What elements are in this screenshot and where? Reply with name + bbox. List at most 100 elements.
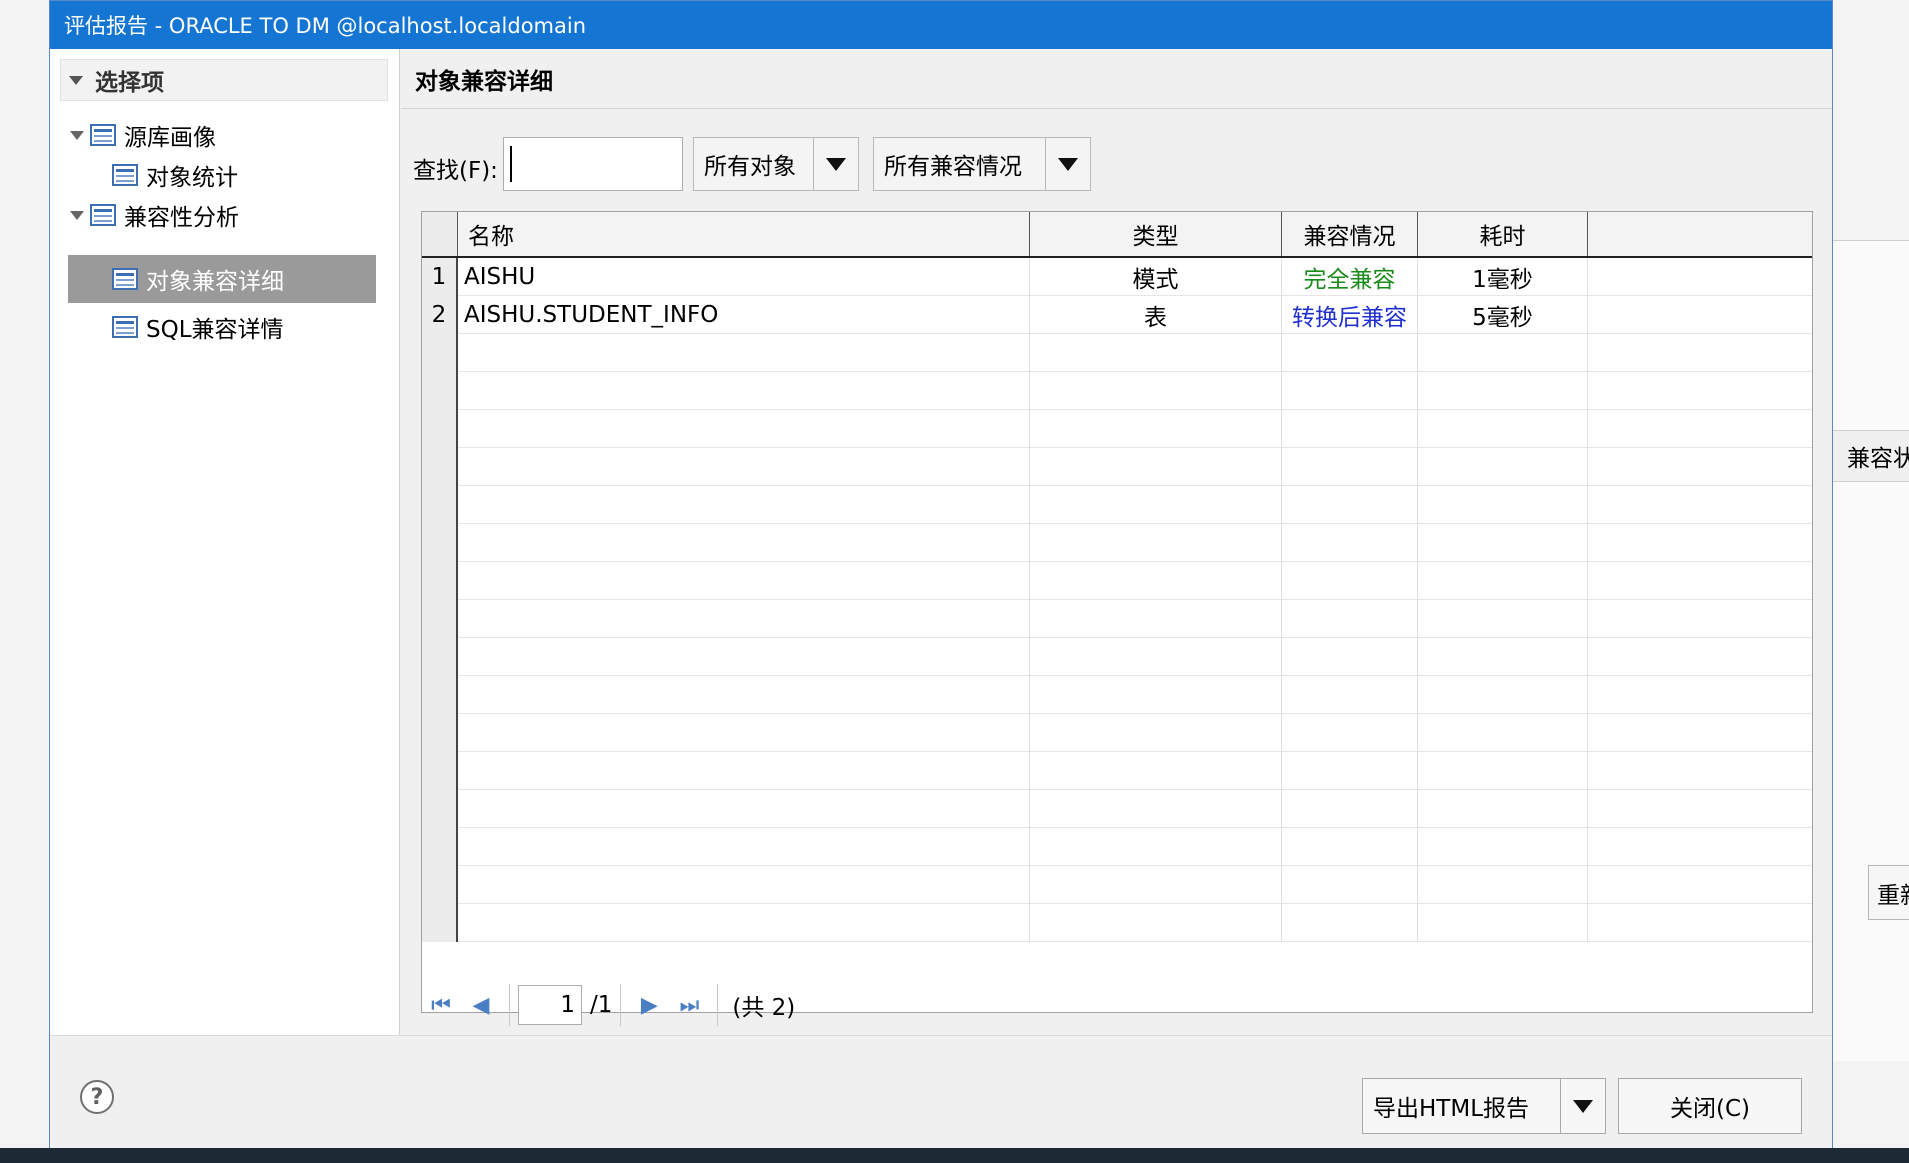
cell-time: [1418, 372, 1588, 410]
table-row[interactable]: 1 AISHU 模式 完全兼容 1毫秒: [422, 258, 1812, 296]
cell-name: [458, 600, 1030, 638]
cell-type: [1030, 828, 1282, 866]
first-page-icon[interactable]: ⏮: [421, 985, 461, 1025]
tree-item-compat-analysis[interactable]: 兼容性分析: [64, 193, 239, 237]
table-icon: [90, 124, 116, 146]
expand-icon[interactable]: [70, 210, 84, 220]
empty-row[interactable]: [422, 904, 1812, 942]
tree-header[interactable]: 选择项: [60, 59, 388, 101]
cell-compat: [1282, 486, 1418, 524]
tree-item-label: 对象兼容详细: [146, 269, 284, 295]
row-number: [422, 714, 458, 752]
cell-type: 表: [1030, 296, 1282, 334]
row-number: [422, 828, 458, 866]
tree-item-object-compat-detail[interactable]: 对象兼容详细: [68, 255, 376, 303]
object-type-select[interactable]: 所有对象: [693, 137, 859, 191]
cell-filler: [1588, 562, 1812, 600]
record-count: (共 2): [732, 995, 796, 1021]
empty-row[interactable]: [422, 410, 1812, 448]
empty-row[interactable]: [422, 372, 1812, 410]
empty-row[interactable]: [422, 600, 1812, 638]
cell-type: [1030, 638, 1282, 676]
options-tree: 选择项 源库画像 对象统计 兼容性分析 对象兼容详细 SQL兼容详情: [50, 49, 400, 1035]
cell-filler: [1588, 676, 1812, 714]
tree-item-label: SQL兼容详情: [146, 317, 284, 343]
cell-type: [1030, 904, 1282, 942]
tree-header-label: 选择项: [95, 70, 164, 96]
cell-name: [458, 638, 1030, 676]
table-icon: [112, 268, 138, 290]
last-page-icon[interactable]: ⏭: [669, 985, 709, 1025]
cell-compat: [1282, 524, 1418, 562]
background-app-left: [0, 0, 49, 1163]
cell-filler: [1588, 714, 1812, 752]
tree-item-source-profile[interactable]: 源库画像: [64, 113, 216, 157]
empty-row[interactable]: [422, 448, 1812, 486]
cell-compat: [1282, 904, 1418, 942]
cell-type: [1030, 714, 1282, 752]
cell-time: [1418, 676, 1588, 714]
cell-compat: [1282, 448, 1418, 486]
cell-compat: 完全兼容: [1282, 258, 1418, 296]
tree-item-label: 源库画像: [124, 125, 216, 151]
cell-filler: [1588, 828, 1812, 866]
dialog-title: 评估报告 - ORACLE TO DM @localhost.localdoma…: [64, 14, 587, 38]
export-label: 导出HTML报告: [1373, 1096, 1530, 1122]
row-number: [422, 866, 458, 904]
cell-name: [458, 562, 1030, 600]
empty-row[interactable]: [422, 866, 1812, 904]
cell-filler: [1588, 600, 1812, 638]
cell-time: [1418, 638, 1588, 676]
column-header-time[interactable]: 耗时: [1418, 212, 1588, 256]
row-number: 2: [422, 296, 458, 334]
table-icon: [112, 316, 138, 338]
table-icon: [112, 164, 138, 186]
close-button[interactable]: 关闭(C): [1618, 1078, 1802, 1134]
column-header-type[interactable]: 类型: [1030, 212, 1282, 256]
empty-row[interactable]: [422, 790, 1812, 828]
cell-time: [1418, 486, 1588, 524]
empty-row[interactable]: [422, 828, 1812, 866]
corner-cell[interactable]: [422, 212, 458, 256]
row-number: [422, 638, 458, 676]
row-number: [422, 752, 458, 790]
tree-item-object-stats[interactable]: 对象统计: [112, 153, 238, 197]
expand-icon[interactable]: [70, 130, 84, 140]
background-button[interactable]: 重新: [1868, 865, 1909, 920]
dropdown-arrow-icon[interactable]: [813, 138, 858, 190]
empty-row[interactable]: [422, 486, 1812, 524]
page-number-input[interactable]: 1: [518, 985, 582, 1025]
empty-row[interactable]: [422, 714, 1812, 752]
next-page-icon[interactable]: ▶: [629, 985, 669, 1025]
dropdown-arrow-icon[interactable]: [1045, 138, 1090, 190]
cell-compat: [1282, 372, 1418, 410]
cell-time: [1418, 752, 1588, 790]
empty-row[interactable]: [422, 676, 1812, 714]
tree-item-sql-compat-detail[interactable]: SQL兼容详情: [112, 305, 284, 349]
cell-name: AISHU.STUDENT_INFO: [458, 296, 1030, 334]
empty-row[interactable]: [422, 334, 1812, 372]
column-header-name[interactable]: 名称: [458, 212, 1030, 256]
table-icon: [90, 204, 116, 226]
table-row[interactable]: 2 AISHU.STUDENT_INFO 表转换后兼容 5毫秒: [422, 296, 1812, 334]
pagination: ⏮ ◀ 1 /1 ▶ ⏭ (共 2): [421, 977, 1021, 1033]
cell-filler: [1588, 904, 1812, 942]
cell-type: [1030, 372, 1282, 410]
dropdown-arrow-icon[interactable]: [1560, 1079, 1605, 1133]
prev-page-icon[interactable]: ◀: [461, 985, 501, 1025]
cell-compat: [1282, 334, 1418, 372]
export-html-button[interactable]: 导出HTML报告: [1362, 1078, 1606, 1134]
empty-row[interactable]: [422, 752, 1812, 790]
column-header-compat[interactable]: 兼容情况: [1282, 212, 1418, 256]
cell-type: [1030, 448, 1282, 486]
empty-row[interactable]: [422, 562, 1812, 600]
help-icon[interactable]: ?: [80, 1080, 114, 1114]
row-number: [422, 486, 458, 524]
search-input[interactable]: [503, 137, 683, 191]
empty-row[interactable]: [422, 524, 1812, 562]
cell-type: [1030, 524, 1282, 562]
tree-item-label: 对象统计: [146, 165, 238, 191]
cell-time: [1418, 714, 1588, 752]
compat-status-select[interactable]: 所有兼容情况: [873, 137, 1091, 191]
empty-row[interactable]: [422, 638, 1812, 676]
